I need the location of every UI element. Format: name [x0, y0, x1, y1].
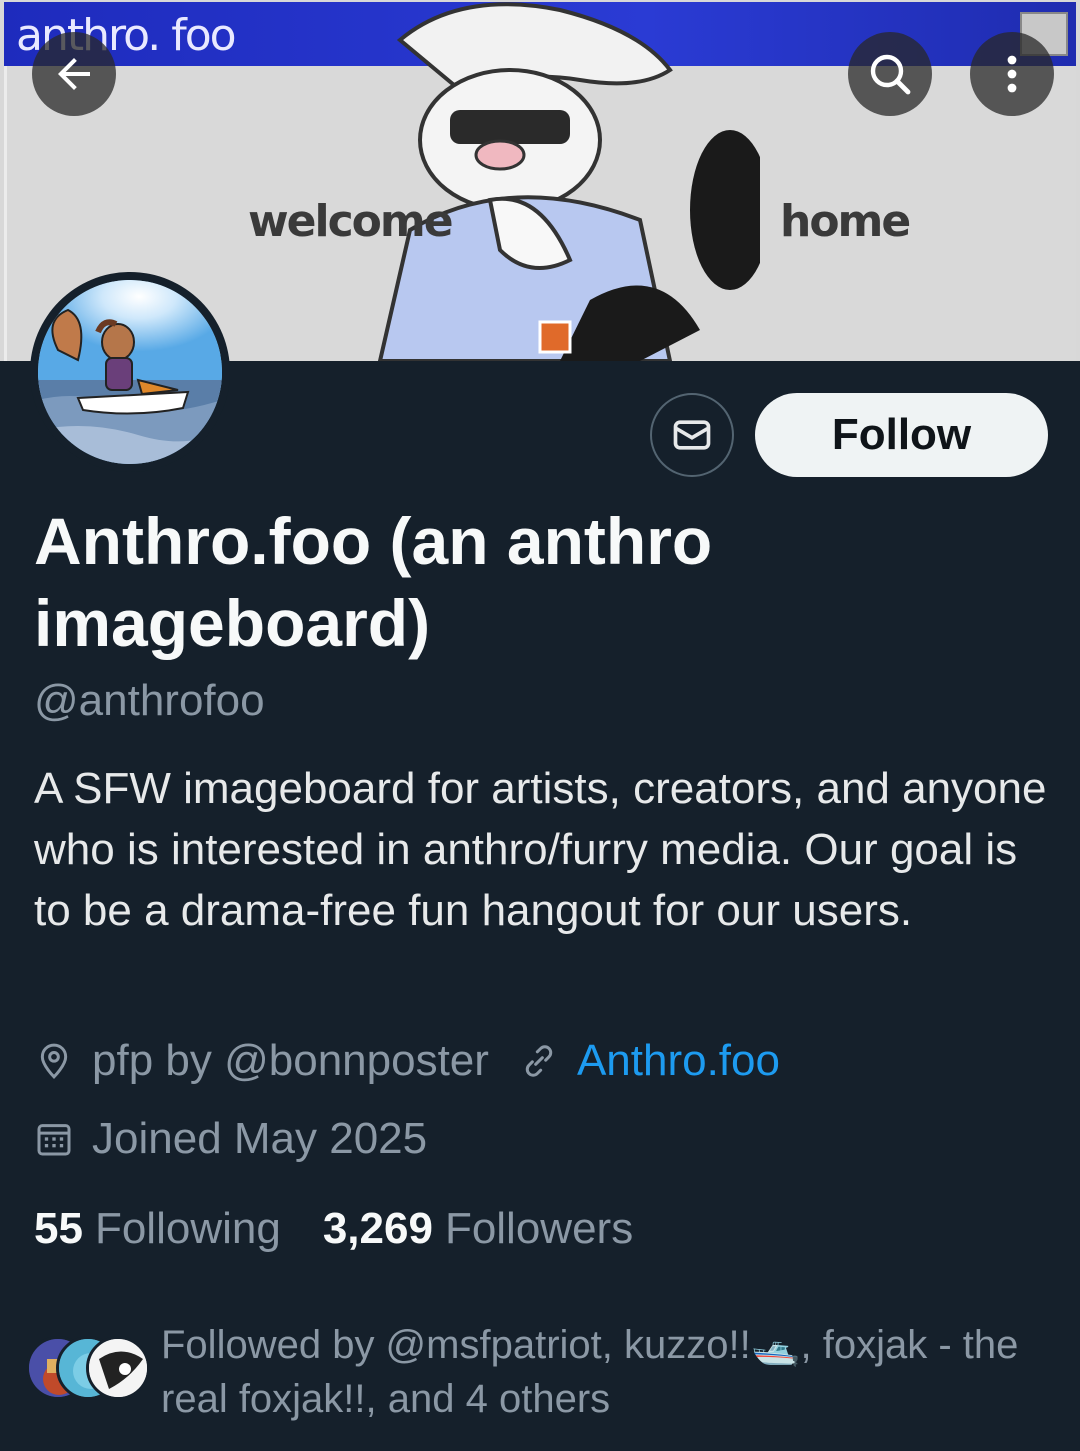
profile-handle: @anthrofoo	[34, 676, 265, 725]
more-options-button[interactable]	[970, 32, 1054, 116]
profile-display-name: Anthro.foo (an anthro imageboard)	[34, 504, 713, 660]
message-button[interactable]	[650, 393, 734, 477]
followed-by-section[interactable]: Followed by @msfpatriot, kuzzo!!🛥️, foxj…	[26, 1318, 1066, 1428]
followed-by-avatars	[26, 1336, 151, 1404]
calendar-icon	[34, 1119, 74, 1159]
profile-avatar[interactable]	[30, 272, 230, 472]
avatar-image	[38, 280, 222, 464]
search-icon	[870, 54, 911, 95]
following-count: 55	[34, 1204, 83, 1253]
profile-joined-row: Joined May 2025	[34, 1114, 427, 1164]
followed-by-text: Followed by @msfpatriot, kuzzo!!🛥️, foxj…	[161, 1323, 1019, 1421]
profile-website-link[interactable]: Anthro.foo	[577, 1036, 780, 1086]
mail-icon	[673, 420, 711, 450]
back-button[interactable]	[32, 32, 116, 116]
profile-joined-date: Joined May 2025	[92, 1114, 428, 1163]
followers-count: 3,269	[322, 1204, 433, 1253]
profile-meta-row: pfp by @bonnposter Anthro.foo	[34, 1036, 780, 1086]
location-pin-icon	[34, 1041, 74, 1081]
banner-welcome-text: welcome	[248, 196, 454, 247]
followers-label: Followers	[444, 1204, 634, 1253]
profile-bio: A SFW imageboard for artists, creators, …	[34, 764, 1047, 935]
follow-button[interactable]: Follow	[755, 393, 1048, 477]
following-label: Following	[94, 1204, 281, 1253]
banner-home-text: home	[780, 196, 911, 247]
more-vertical-icon	[1007, 55, 1017, 93]
follower-avatar	[86, 1336, 150, 1400]
search-button[interactable]	[848, 32, 932, 116]
profile-stats: 55 Following 3,269 Followers	[34, 1204, 675, 1254]
arrow-left-icon	[58, 58, 90, 90]
profile-location: pfp by @bonnposter	[92, 1036, 489, 1085]
banner-character-illustration	[377, 2, 760, 361]
following-stat[interactable]: 55 Following	[34, 1204, 281, 1254]
followers-stat[interactable]: 3,269 Followers	[323, 1204, 633, 1254]
link-icon	[519, 1041, 559, 1081]
